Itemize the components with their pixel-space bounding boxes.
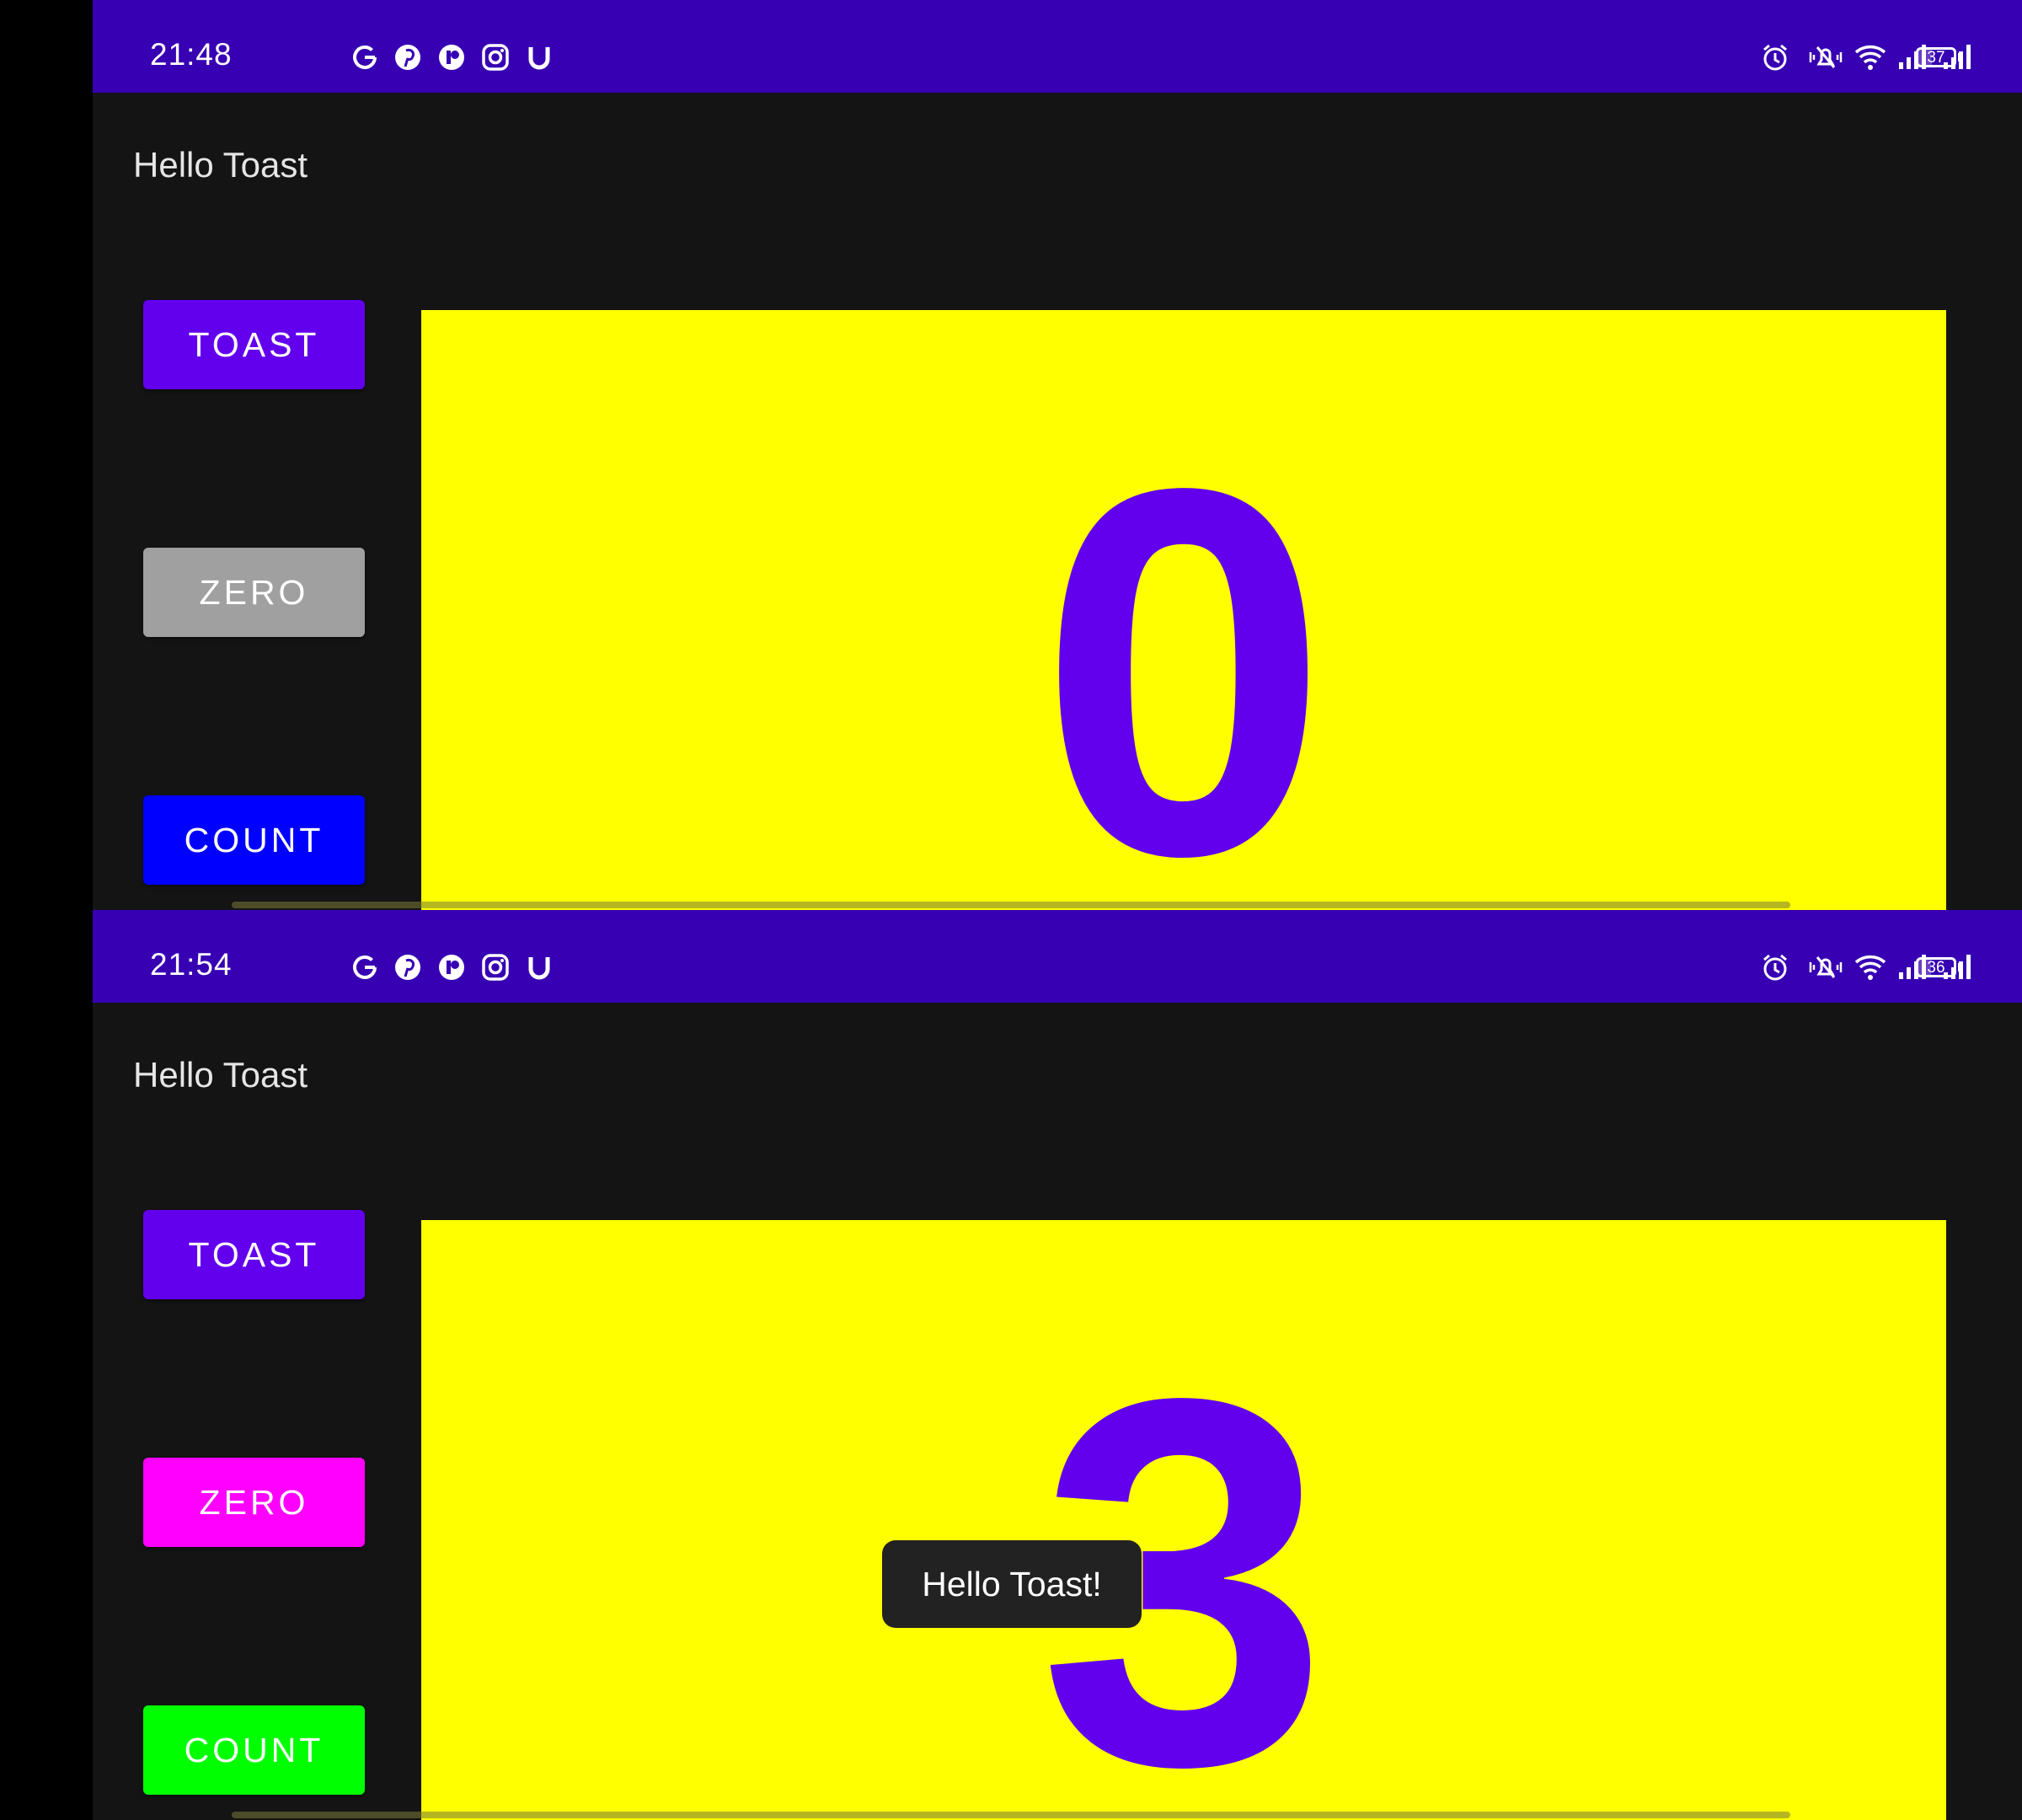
count-button[interactable]: COUNT (143, 795, 365, 885)
toast-message: Hello Toast! (882, 1540, 1142, 1628)
battery-icon: 37 (1916, 47, 1956, 67)
zero-button[interactable]: ZERO (143, 1458, 365, 1547)
zero-button[interactable]: ZERO (143, 548, 365, 637)
wifi-icon (1854, 46, 1886, 70)
wifi-icon (1854, 956, 1886, 980)
pinterest-icon (395, 45, 420, 70)
phone-screen-1: 21:48 37 Hello Toast TOAST ZERO COUNT 0 (93, 0, 2022, 910)
vibrate-muted-icon (1809, 46, 1843, 68)
vibrate-muted-icon (1809, 956, 1843, 978)
alarm-icon (1763, 954, 1787, 981)
u-icon (528, 47, 550, 70)
google-icon (353, 956, 377, 979)
toast-button[interactable]: TOAST (143, 1210, 365, 1299)
toast-button[interactable]: TOAST (143, 300, 365, 389)
battery-level: 36 (1927, 959, 1945, 977)
google-icon (353, 46, 377, 69)
count-button[interactable]: COUNT (143, 1705, 365, 1795)
count-value: 0 (1038, 381, 1329, 910)
app-icon (439, 45, 464, 70)
pinterest-icon (395, 955, 420, 980)
app-icon (439, 955, 464, 980)
battery-icon: 36 (1916, 957, 1956, 977)
status-bar: 21:54 36 (93, 910, 2022, 1003)
status-time: 21:48 (150, 37, 233, 72)
phone-screen-2: 21:54 36 Hello Toast TOAST ZERO COUNT 3 … (93, 910, 2022, 1820)
status-bar: 21:48 37 (93, 0, 2022, 93)
instagram-icon (482, 44, 509, 71)
status-time: 21:54 (150, 947, 233, 982)
count-display: 0 (421, 310, 1946, 910)
navigation-handle[interactable] (232, 902, 1790, 908)
u-icon (528, 957, 550, 980)
alarm-icon (1763, 44, 1787, 71)
instagram-icon (482, 954, 509, 981)
navigation-handle[interactable] (232, 1812, 1790, 1818)
count-value: 3 (1038, 1291, 1329, 1820)
app-title: Hello Toast (133, 145, 308, 185)
battery-level: 37 (1927, 49, 1945, 67)
battery-tip (1958, 53, 1962, 62)
count-display: 3 (421, 1220, 1946, 1820)
app-title: Hello Toast (133, 1055, 308, 1095)
battery-tip (1958, 963, 1962, 972)
